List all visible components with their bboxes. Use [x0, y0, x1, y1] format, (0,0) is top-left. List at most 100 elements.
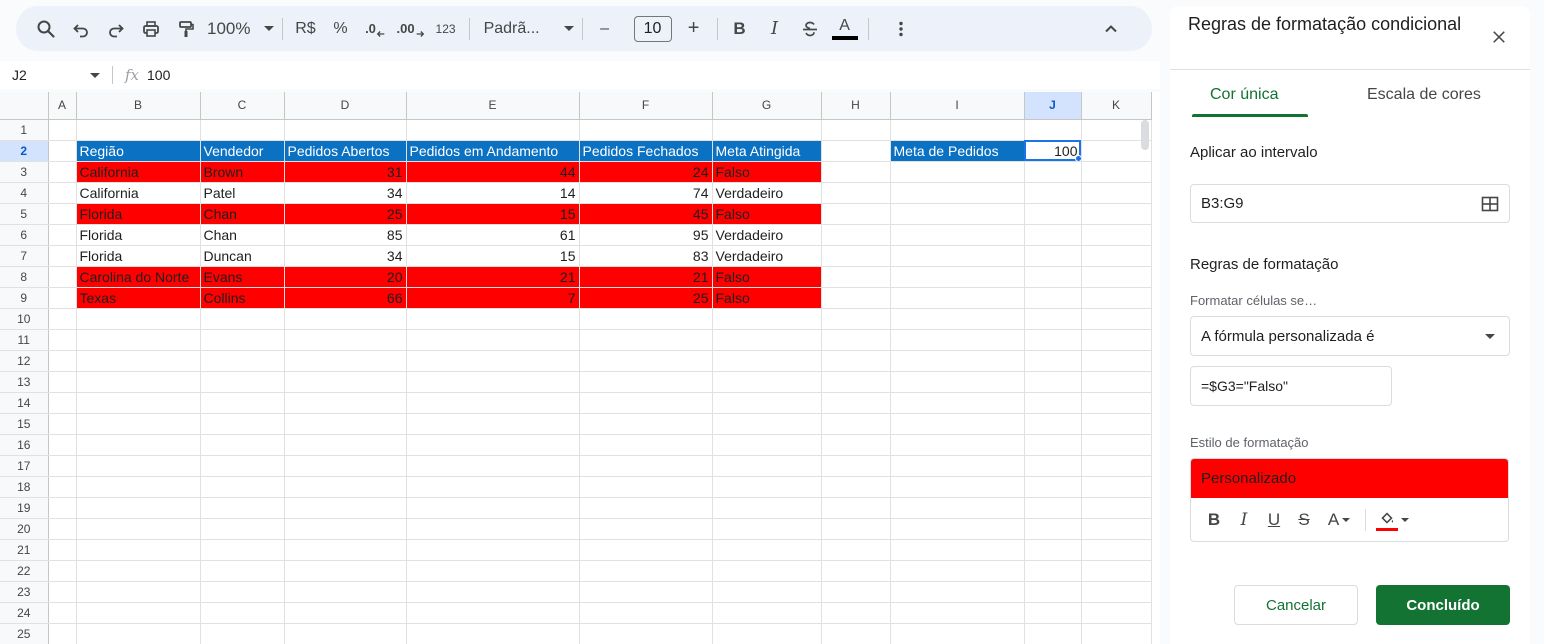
cell-c17[interactable]: [200, 455, 285, 477]
cell-g17[interactable]: [712, 455, 822, 477]
row-header[interactable]: 14: [0, 392, 49, 414]
cell-k7[interactable]: [1081, 245, 1152, 267]
cell-e12[interactable]: [406, 350, 580, 372]
cell-e15[interactable]: [406, 413, 580, 435]
cell-c10[interactable]: [200, 308, 285, 330]
cell-e8[interactable]: 21: [406, 266, 580, 288]
font-size-input[interactable]: 10: [633, 15, 672, 42]
cell-k20[interactable]: [1081, 518, 1152, 540]
column-header-d[interactable]: D: [284, 92, 407, 120]
close-icon[interactable]: [1488, 26, 1510, 48]
cell-k9[interactable]: [1081, 287, 1152, 309]
cell-j11[interactable]: [1024, 329, 1082, 351]
target-label-cell[interactable]: Meta de Pedidos: [890, 140, 1025, 162]
cell-e16[interactable]: [406, 434, 580, 456]
cell-j14[interactable]: [1024, 392, 1082, 414]
cell-k18[interactable]: [1081, 476, 1152, 498]
cell-j19[interactable]: [1024, 497, 1082, 519]
cell-c5[interactable]: Chan: [200, 203, 285, 225]
cell-j6[interactable]: [1024, 224, 1082, 246]
row-header[interactable]: 5: [0, 203, 49, 225]
cell-b24[interactable]: [76, 602, 201, 624]
cell-k14[interactable]: [1081, 392, 1152, 414]
cell-i22[interactable]: [890, 560, 1025, 582]
cell-j15[interactable]: [1024, 413, 1082, 435]
cell-b16[interactable]: [76, 434, 201, 456]
cell-g21[interactable]: [712, 539, 822, 561]
cell-i8[interactable]: [890, 266, 1025, 288]
cell-h7[interactable]: [821, 245, 891, 267]
cell-k22[interactable]: [1081, 560, 1152, 582]
cell-d18[interactable]: [284, 476, 407, 498]
strikethrough-icon[interactable]: [796, 15, 824, 43]
row-header[interactable]: 1: [0, 119, 49, 141]
percent-format-button[interactable]: %: [326, 15, 354, 43]
cell-b9[interactable]: Texas: [76, 287, 201, 309]
row-header[interactable]: 2: [0, 140, 49, 162]
cell-g15[interactable]: [712, 413, 822, 435]
cell-e10[interactable]: [406, 308, 580, 330]
cell-d19[interactable]: [284, 497, 407, 519]
cell-j25[interactable]: [1024, 623, 1082, 644]
font-select[interactable]: Padrã...: [478, 20, 574, 38]
cell-j21[interactable]: [1024, 539, 1082, 561]
cell-c22[interactable]: [200, 560, 285, 582]
row-header[interactable]: 8: [0, 266, 49, 288]
cell-i15[interactable]: [890, 413, 1025, 435]
cell-j5[interactable]: [1024, 203, 1082, 225]
cell-c3[interactable]: Brown: [200, 161, 285, 183]
cell-b7[interactable]: Florida: [76, 245, 201, 267]
cell-i9[interactable]: [890, 287, 1025, 309]
cell-i19[interactable]: [890, 497, 1025, 519]
cell-b14[interactable]: [76, 392, 201, 414]
cell-f19[interactable]: [579, 497, 713, 519]
cell-g5[interactable]: Falso: [712, 203, 822, 225]
chevron-up-icon[interactable]: [1097, 15, 1125, 43]
row-header[interactable]: 9: [0, 287, 49, 309]
cell-g19[interactable]: [712, 497, 822, 519]
row-header[interactable]: 21: [0, 539, 49, 561]
cell-i20[interactable]: [890, 518, 1025, 540]
cell-d13[interactable]: [284, 371, 407, 393]
cell-k13[interactable]: [1081, 371, 1152, 393]
cell-j1[interactable]: [1024, 119, 1082, 141]
cell-k5[interactable]: [1081, 203, 1152, 225]
cell-j16[interactable]: [1024, 434, 1082, 456]
cell-h3[interactable]: [821, 161, 891, 183]
row-header[interactable]: 23: [0, 581, 49, 603]
row-header[interactable]: 17: [0, 455, 49, 477]
text-color-button[interactable]: A: [831, 15, 859, 43]
cell-c9[interactable]: Collins: [200, 287, 285, 309]
cell-e24[interactable]: [406, 602, 580, 624]
cell-b6[interactable]: Florida: [76, 224, 201, 246]
cell-k4[interactable]: [1081, 182, 1152, 204]
cell-f2[interactable]: Pedidos Fechados: [579, 140, 713, 162]
cell-i13[interactable]: [890, 371, 1025, 393]
cell-h18[interactable]: [821, 476, 891, 498]
cell-f8[interactable]: 21: [579, 266, 713, 288]
cell-f6[interactable]: 95: [579, 224, 713, 246]
cell-d7[interactable]: 34: [284, 245, 407, 267]
cell-b22[interactable]: [76, 560, 201, 582]
cell-c21[interactable]: [200, 539, 285, 561]
row-header[interactable]: 25: [0, 623, 49, 644]
row-header[interactable]: 6: [0, 224, 49, 246]
cell-i21[interactable]: [890, 539, 1025, 561]
cell-a17[interactable]: [48, 455, 77, 477]
row-header[interactable]: 13: [0, 371, 49, 393]
range-input[interactable]: B3:G9: [1190, 184, 1510, 223]
tab-single-color[interactable]: Cor única: [1210, 86, 1278, 104]
cell-f7[interactable]: 83: [579, 245, 713, 267]
cell-f4[interactable]: 74: [579, 182, 713, 204]
cell-k8[interactable]: [1081, 266, 1152, 288]
cell-a2[interactable]: [48, 140, 77, 162]
cell-a7[interactable]: [48, 245, 77, 267]
cell-a6[interactable]: [48, 224, 77, 246]
cell-h13[interactable]: [821, 371, 891, 393]
column-header-e[interactable]: E: [406, 92, 580, 120]
row-header[interactable]: 24: [0, 602, 49, 624]
column-header-i[interactable]: I: [890, 92, 1025, 120]
cell-b10[interactable]: [76, 308, 201, 330]
cell-c16[interactable]: [200, 434, 285, 456]
cell-a4[interactable]: [48, 182, 77, 204]
